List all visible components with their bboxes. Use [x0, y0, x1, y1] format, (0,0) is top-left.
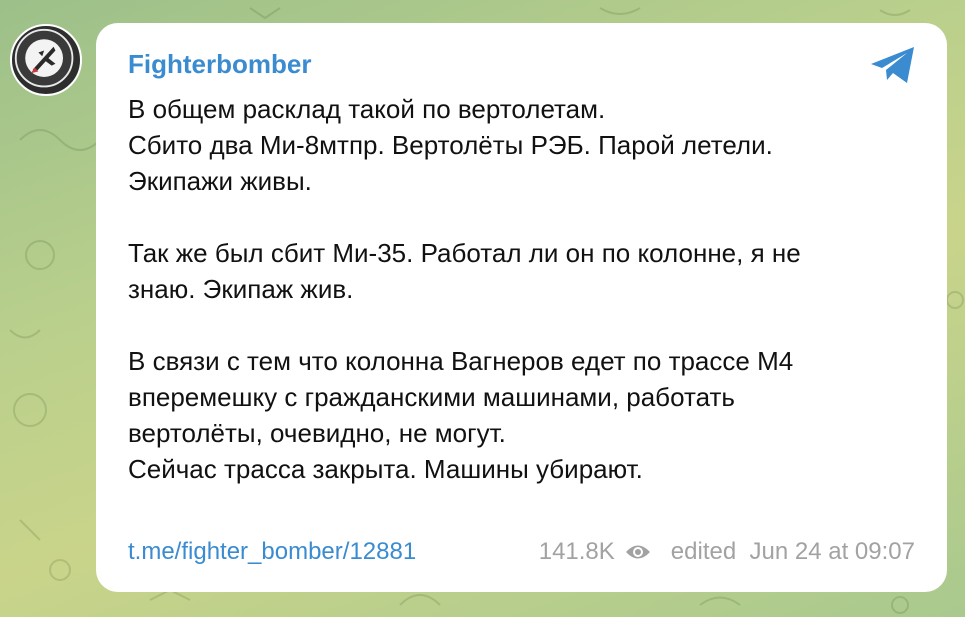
edited-timestamp: edited Jun 24 at 09:07: [670, 538, 915, 565]
message-footer: t.me/fighter_bomber/12881 141.8K edited …: [128, 535, 915, 569]
telegram-plane-icon[interactable]: [869, 45, 917, 85]
message-line: В связи с тем что колонна Вагнеров едет …: [128, 346, 794, 376]
message-line: Так же был сбит Ми-35. Работал ли он по …: [128, 238, 801, 268]
post-link[interactable]: t.me/fighter_bomber/12881: [128, 538, 416, 566]
view-count: 141.8K: [538, 538, 615, 565]
message-line: знаю. Экипаж жив.: [128, 274, 354, 304]
message-line: Сбито два Ми-8мтпр. Вертолёты РЭБ. Парой…: [128, 130, 773, 160]
eye-icon: [625, 545, 650, 559]
channel-avatar[interactable]: [10, 24, 82, 96]
message-line: вертолёты, очевидно, не могут.: [128, 418, 506, 448]
message-bubble: Fighterbomber В общем расклад такой по в…: [96, 23, 947, 592]
message-line: В общем расклад такой по вертолетам.: [128, 94, 606, 124]
message-line: Сейчас трасса закрыта. Машины убирают.: [128, 454, 643, 484]
message-text: В общем расклад такой по вертолетам. Сби…: [128, 91, 928, 487]
fighterbomber-logo: [14, 28, 74, 88]
message-meta: 141.8K edited Jun 24 at 09:07: [539, 538, 915, 566]
message-line: вперемешку с гражданскими машинами, рабо…: [128, 382, 735, 412]
channel-name[interactable]: Fighterbomber: [128, 49, 311, 80]
message-line: Экипажи живы.: [128, 166, 312, 196]
